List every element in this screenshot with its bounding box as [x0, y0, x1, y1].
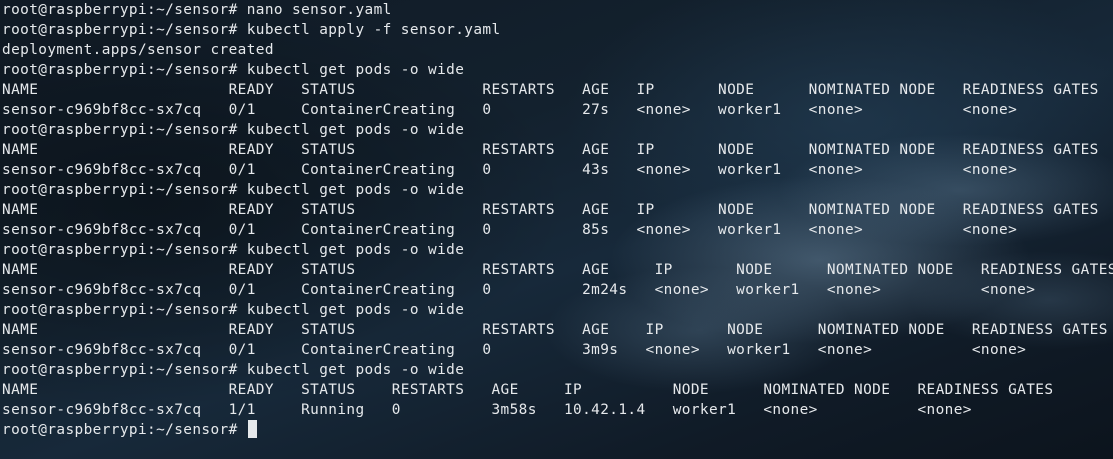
terminal-line: root@raspberrypi:~/sensor# kubectl get p… — [2, 362, 465, 378]
terminal-line: root@raspberrypi:~/sensor# kubectl get p… — [2, 62, 465, 78]
terminal-line: root@raspberrypi:~/sensor# kubectl get p… — [2, 242, 465, 258]
terminal-window[interactable]: root@raspberrypi:~/sensor# nano sensor.y… — [0, 0, 1113, 459]
table-row: sensor-c969bf8cc-sx7cq 0/1 ContainerCrea… — [2, 222, 1018, 238]
table-header-line: NAME READY STATUS RESTARTS AGE IP NODE N… — [2, 82, 1099, 98]
table-row: sensor-c969bf8cc-sx7cq 0/1 ContainerCrea… — [2, 342, 1027, 358]
table-row: sensor-c969bf8cc-sx7cq 0/1 ContainerCrea… — [2, 162, 1018, 178]
table-header-line: NAME READY STATUS RESTARTS AGE IP NODE N… — [2, 262, 1113, 278]
text-cursor — [247, 420, 257, 438]
prompt-line[interactable]: root@raspberrypi:~/sensor# — [2, 420, 1113, 440]
table-row: sensor-c969bf8cc-sx7cq 0/1 ContainerCrea… — [2, 282, 1036, 298]
terminal-line: root@raspberrypi:~/sensor# nano sensor.y… — [2, 2, 392, 18]
table-header-line: NAME READY STATUS RESTARTS AGE IP NODE N… — [2, 142, 1099, 158]
table-header-line: NAME READY STATUS RESTARTS AGE IP NODE N… — [2, 382, 1054, 398]
terminal-line: root@raspberrypi:~/sensor# kubectl get p… — [2, 302, 465, 318]
shell-prompt: root@raspberrypi:~/sensor# — [2, 422, 247, 438]
terminal-line: root@raspberrypi:~/sensor# kubectl get p… — [2, 122, 465, 138]
table-header-line: NAME READY STATUS RESTARTS AGE IP NODE N… — [2, 202, 1099, 218]
table-row: sensor-c969bf8cc-sx7cq 0/1 ContainerCrea… — [2, 102, 1018, 118]
terminal-line: root@raspberrypi:~/sensor# kubectl get p… — [2, 182, 465, 198]
table-row: sensor-c969bf8cc-sx7cq 1/1 Running 0 3m5… — [2, 402, 972, 418]
table-header-line: NAME READY STATUS RESTARTS AGE IP NODE N… — [2, 322, 1108, 338]
terminal-line: deployment.apps/sensor created — [2, 42, 274, 58]
terminal-line: root@raspberrypi:~/sensor# kubectl apply… — [2, 22, 501, 38]
terminal-output: root@raspberrypi:~/sensor# nano sensor.y… — [2, 0, 1113, 440]
